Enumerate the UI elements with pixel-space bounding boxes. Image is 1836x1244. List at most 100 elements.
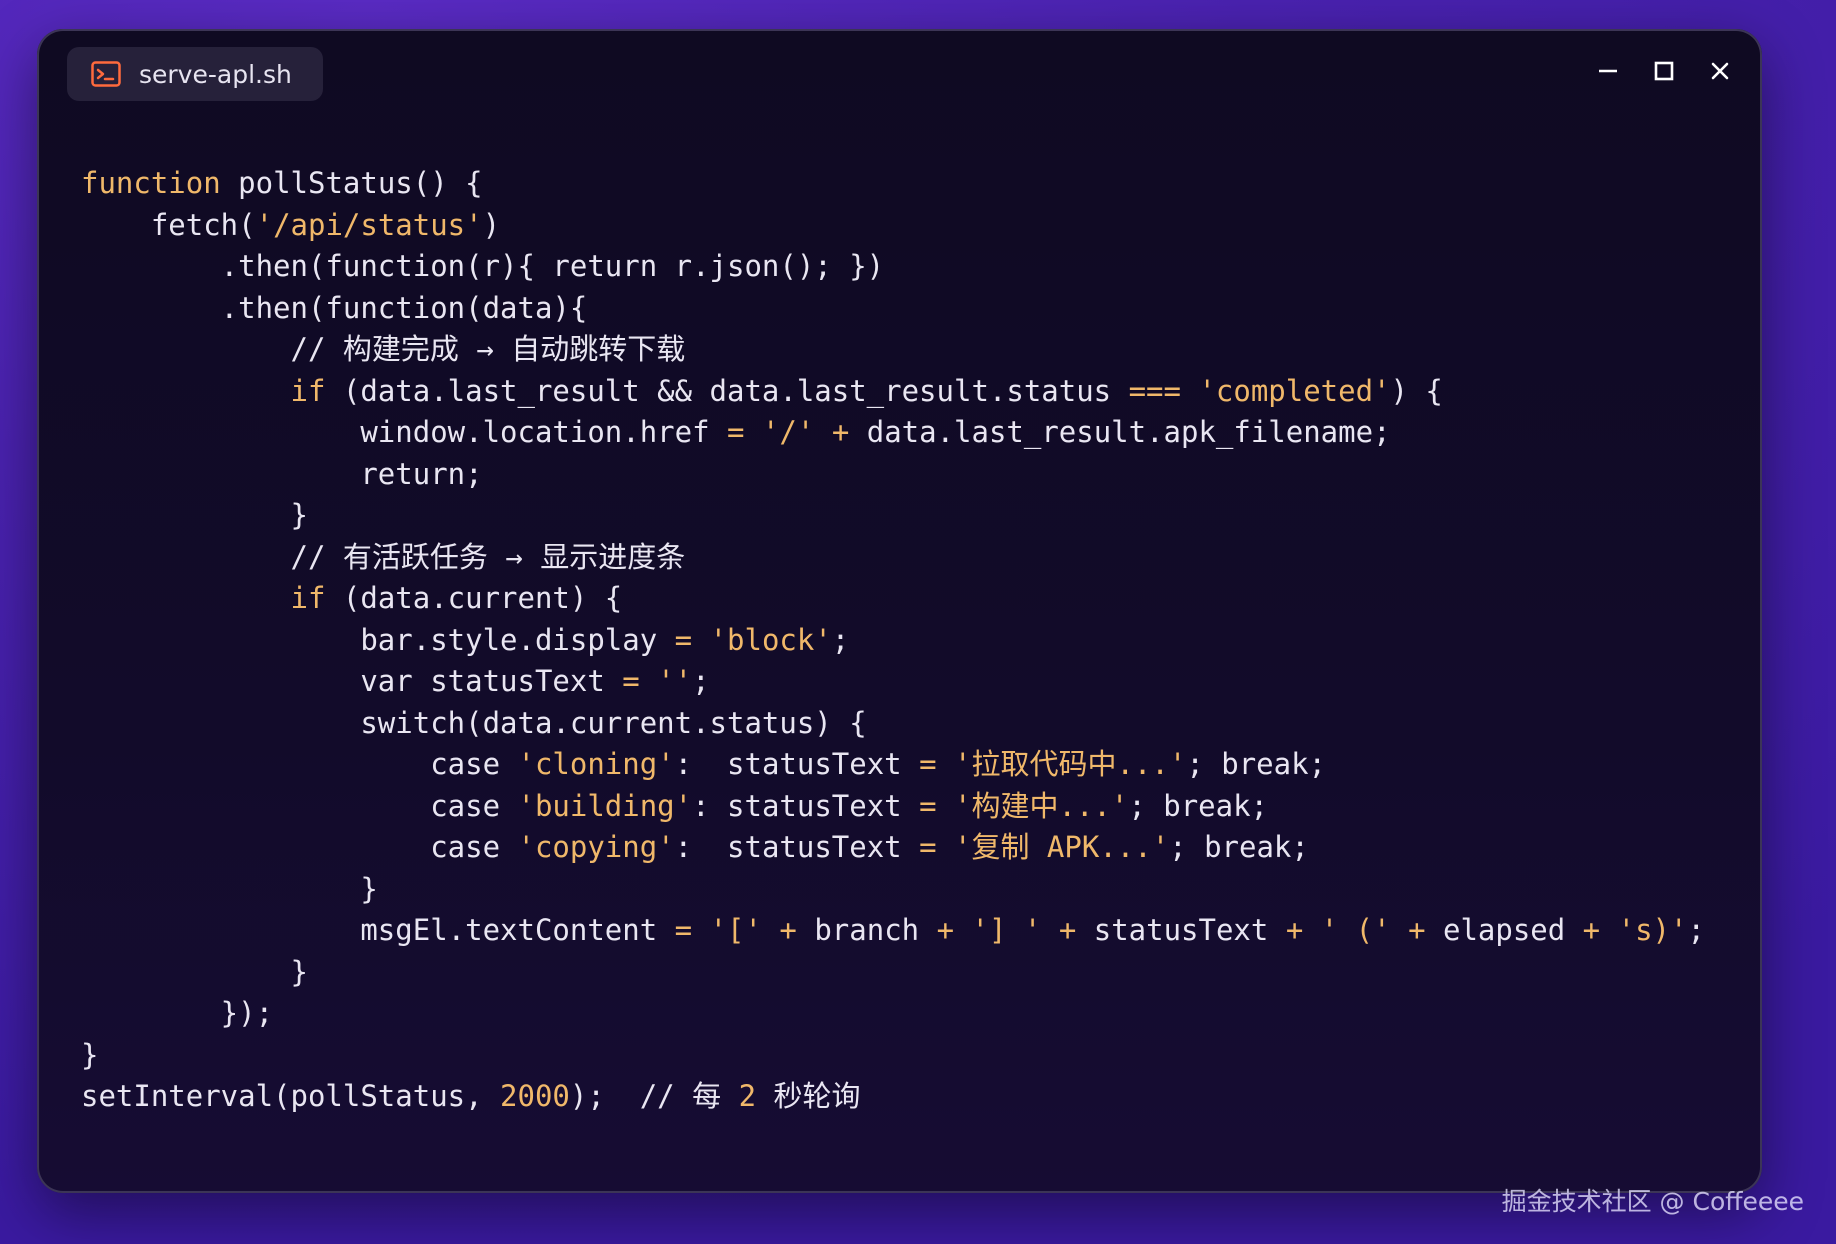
- code-token: =: [674, 622, 693, 657]
- code-token: =: [674, 913, 693, 947]
- code-token: '拉取代码中...': [954, 747, 1187, 781]
- code-token: 's)': [1617, 913, 1688, 947]
- code-token: =: [919, 747, 937, 781]
- code-token: (data.last_result && data.last_result.st…: [325, 373, 1129, 408]
- code-token: +: [831, 415, 850, 449]
- code-token: : statusText: [674, 830, 920, 864]
- code-token: }: [81, 871, 378, 906]
- code-token: pollStatus() {: [220, 166, 483, 200]
- code-block[interactable]: function pollStatus() { fetch('/api/stat…: [81, 163, 1705, 1118]
- code-token: '/': [761, 415, 815, 449]
- code-token: var statusText: [81, 664, 623, 698]
- code-token: : statusText: [692, 788, 920, 823]
- code-line: msgEl.textContent = '[' + branch + '] ' …: [81, 910, 1705, 952]
- code-token: ); // 每: [569, 1079, 739, 1113]
- code-line: if (data.last_result && data.last_result…: [81, 371, 1705, 413]
- code-token: if: [290, 581, 326, 615]
- code-line: }: [81, 1035, 1705, 1077]
- code-comment: // 构建完成 → 自动跳转下载: [81, 332, 686, 366]
- code-line: fetch('/api/status'): [81, 205, 1705, 247]
- code-token: .then(function(data){: [81, 290, 588, 325]
- code-line: }: [81, 952, 1705, 994]
- code-token: ===: [1128, 373, 1181, 408]
- code-token: 'cloning': [517, 747, 675, 781]
- code-token: }: [81, 954, 308, 989]
- code-line: if (data.current) {: [81, 578, 1705, 620]
- code-token: : statusText: [674, 747, 920, 781]
- code-token: bar.style.display: [81, 622, 675, 657]
- code-comment: // 有活跃任务 → 显示进度条: [81, 539, 686, 574]
- code-line: .then(function(r){ return r.json(); }): [81, 246, 1705, 288]
- code-token: }: [81, 498, 308, 532]
- code-token: ; break;: [1169, 830, 1309, 864]
- code-token: ;: [831, 622, 850, 657]
- code-token: elapsed: [1425, 913, 1583, 947]
- tab-title: serve-apl.sh: [139, 59, 292, 89]
- code-token: '] ': [971, 913, 1042, 947]
- code-token: +: [936, 913, 955, 947]
- code-token: return;: [81, 456, 483, 491]
- code-line: bar.style.display = 'block';: [81, 620, 1705, 662]
- code-token: window.location.href: [81, 415, 728, 449]
- code-token: }: [81, 1037, 99, 1072]
- code-token: '[': [709, 913, 762, 947]
- code-token: '/api/status': [255, 207, 483, 242]
- code-line: setInterval(pollStatus, 2000); // 每 2 秒轮…: [81, 1076, 1705, 1118]
- code-token: case: [81, 788, 518, 823]
- code-token: 2: [738, 1079, 757, 1113]
- code-line: }: [81, 869, 1705, 911]
- code-token: setInterval(pollStatus,: [81, 1079, 501, 1113]
- editor-window: serve-apl.sh function pollStatus() { fet…: [37, 29, 1762, 1193]
- file-tab[interactable]: serve-apl.sh: [67, 47, 323, 101]
- code-token: +: [1582, 913, 1601, 947]
- code-token: ) {: [1390, 373, 1443, 408]
- code-token: =: [919, 830, 937, 864]
- code-token: =: [622, 664, 640, 698]
- code-token: 'copying': [517, 830, 675, 864]
- code-line: window.location.href = '/' + data.last_r…: [81, 412, 1705, 454]
- code-line: .then(function(data){: [81, 288, 1705, 330]
- code-token: '构建中...': [954, 788, 1129, 823]
- code-token: =: [727, 415, 745, 449]
- code-token: (data.current) {: [325, 581, 623, 615]
- code-token: .then(function(r){ return r.json(); }): [81, 249, 885, 283]
- window-controls: [1596, 59, 1732, 83]
- code-line: case 'building': statusText = '构建中...'; …: [81, 786, 1705, 828]
- code-token: switch(data.current.status) {: [81, 705, 867, 740]
- code-token: +: [1285, 913, 1304, 947]
- code-token: '': [657, 664, 693, 698]
- code-token: +: [1408, 913, 1426, 947]
- watermark: 掘金技术社区 @ Coffeeee: [1501, 1187, 1804, 1216]
- minimize-icon[interactable]: [1596, 59, 1620, 83]
- code-line: var statusText = '';: [81, 661, 1705, 703]
- maximize-icon[interactable]: [1652, 59, 1676, 83]
- code-token: branch: [796, 913, 937, 947]
- code-token: ): [482, 207, 501, 242]
- code-token: +: [1058, 913, 1077, 947]
- code-token: });: [81, 996, 274, 1030]
- code-token: ;: [1687, 913, 1705, 947]
- code-line: case 'copying': statusText = '复制 APK...'…: [81, 827, 1705, 869]
- code-line: return;: [81, 454, 1705, 496]
- close-icon[interactable]: [1708, 59, 1732, 83]
- code-token: 2000: [500, 1079, 570, 1113]
- code-token: msgEl.textContent: [81, 913, 675, 947]
- code-token: ; break;: [1186, 747, 1327, 781]
- code-line: }: [81, 495, 1705, 537]
- code-token: +: [779, 913, 797, 947]
- code-token: '复制 APK...': [954, 830, 1170, 864]
- code-token: statusText: [1076, 913, 1286, 947]
- terminal-icon: [91, 61, 121, 87]
